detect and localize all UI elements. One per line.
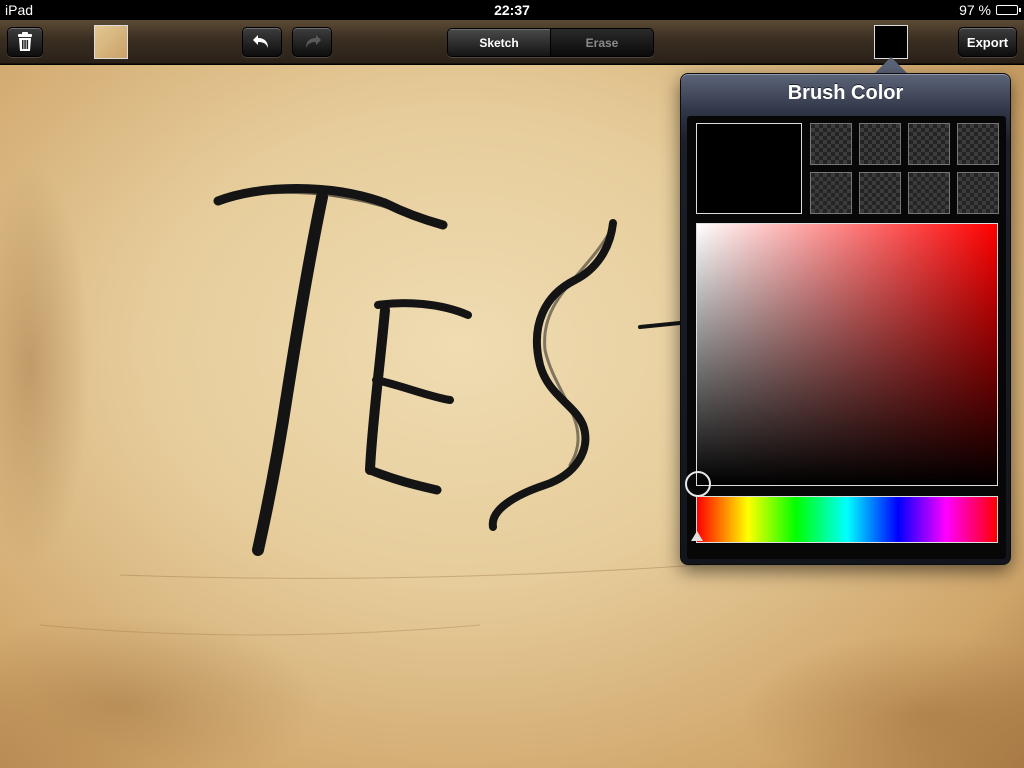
undo-icon — [253, 35, 268, 48]
popover-title: Brush Color — [787, 82, 904, 104]
mode-segmented-control: Sketch Erase — [447, 28, 654, 57]
current-color-preview — [696, 123, 802, 214]
hue-slider-handle[interactable] — [691, 531, 703, 541]
erase-mode-button[interactable]: Erase — [550, 29, 653, 56]
paper-stain — [0, 615, 320, 768]
stroke-t-stem — [252, 191, 328, 556]
stroke-e-top — [374, 299, 472, 319]
stroke-e-bottom — [365, 465, 442, 495]
sketch-mode-button[interactable]: Sketch — [448, 29, 550, 56]
export-button[interactable]: Export — [958, 27, 1017, 57]
recent-color-slot[interactable] — [810, 123, 852, 165]
trash-button[interactable] — [7, 27, 43, 57]
popover-arrow — [875, 57, 907, 73]
brush-color-popover: Brush Color — [680, 73, 1011, 565]
recent-color-slot[interactable] — [859, 172, 901, 214]
recent-color-slot[interactable] — [859, 123, 901, 165]
trash-icon — [18, 32, 32, 51]
recent-color-slot[interactable] — [908, 172, 950, 214]
stroke-fragment — [638, 321, 682, 329]
color-picker-cursor[interactable] — [685, 471, 711, 497]
redo-icon — [306, 35, 321, 48]
recent-color-slot[interactable] — [957, 172, 999, 214]
stroke-s-edge — [543, 233, 610, 467]
battery-percent: 97 % — [959, 2, 991, 18]
battery-icon — [996, 5, 1021, 15]
paper-stain — [0, 165, 90, 565]
stroke-t-stem-edge — [266, 203, 318, 487]
toolbar: Sketch Erase Export — [0, 20, 1024, 64]
status-bar: iPad 22:37 97 % — [0, 0, 1024, 20]
paper-crease — [119, 564, 701, 579]
stroke-e-middle — [372, 376, 454, 404]
clock: 22:37 — [494, 2, 530, 18]
recent-color-slot[interactable] — [810, 172, 852, 214]
redo-button[interactable] — [292, 27, 332, 57]
battery-status: 97 % — [959, 0, 1021, 20]
undo-button[interactable] — [242, 27, 282, 57]
stroke-e-spine — [365, 305, 390, 475]
saturation-brightness-picker[interactable] — [696, 223, 998, 486]
paper-stain — [740, 635, 1024, 768]
hue-slider[interactable] — [696, 496, 998, 543]
brush-color-button[interactable] — [874, 25, 908, 59]
popover-content — [685, 116, 1006, 559]
recent-color-slot[interactable] — [957, 123, 999, 165]
recent-color-slot[interactable] — [908, 123, 950, 165]
paper-background-swatch[interactable] — [94, 25, 128, 59]
